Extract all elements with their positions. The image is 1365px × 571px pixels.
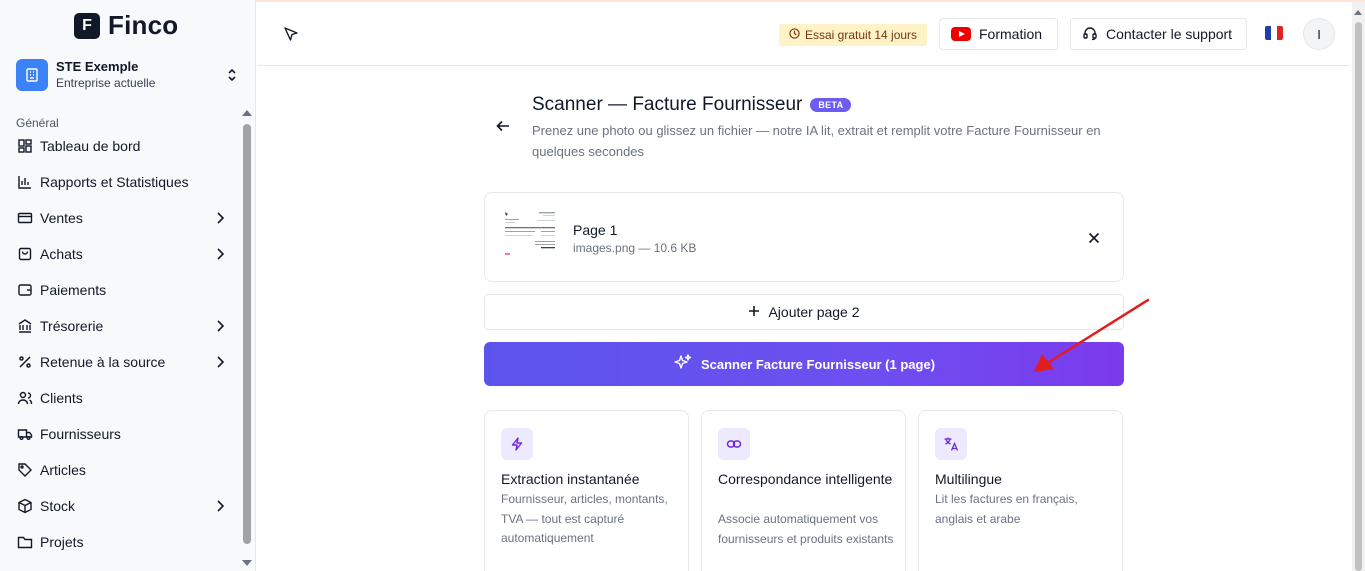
feature-description: Fournisseur, articles, montants, TVA — t… bbox=[501, 492, 668, 545]
chevron-right-icon bbox=[214, 500, 226, 512]
feature-description: Lit les factures en français, anglais et… bbox=[935, 492, 1078, 526]
page-title: Scanner — Facture Fournisseur bbox=[532, 94, 803, 115]
feature-title: Correspondance intelligente bbox=[718, 471, 893, 487]
scrollbar-thumb[interactable] bbox=[1355, 22, 1362, 571]
feature-card-extraction: Extraction instantanée Fournisseur, arti… bbox=[484, 410, 689, 571]
truck-icon bbox=[16, 425, 34, 443]
company-subtitle: Entreprise actuelle bbox=[56, 76, 156, 90]
scan-invoice-label: Scanner Facture Fournisseur (1 page) bbox=[700, 356, 936, 372]
box-icon bbox=[16, 497, 34, 515]
sidebar-item-label: Paiements bbox=[40, 282, 107, 298]
main-scrollbar[interactable] bbox=[1352, 2, 1365, 571]
percent-icon bbox=[16, 353, 34, 371]
sidebar-item-stock[interactable]: Stock bbox=[16, 488, 226, 524]
sidebar-item-fournisseurs[interactable]: Fournisseurs bbox=[16, 416, 226, 452]
youtube-icon bbox=[951, 27, 971, 41]
sidebar-item-label: Projets bbox=[40, 534, 84, 550]
sidebar-nav: Tableau de bord Rapports et Statistiques… bbox=[16, 128, 226, 560]
credit-card-icon bbox=[16, 209, 34, 227]
lightning-icon bbox=[501, 428, 533, 460]
sidebar-item-label: Trésorerie bbox=[40, 318, 104, 334]
company-switcher[interactable]: STE Exemple Entreprise actuelle bbox=[16, 58, 240, 92]
beta-badge: BETA bbox=[810, 98, 852, 112]
sidebar-item-label: Ventes bbox=[40, 210, 83, 226]
sidebar-item-tresorerie[interactable]: Trésorerie bbox=[16, 308, 226, 344]
users-icon bbox=[16, 389, 34, 407]
sidebar-item-label: Fournisseurs bbox=[40, 426, 121, 442]
chevron-right-icon bbox=[214, 248, 226, 260]
feature-card-multilingue: Multilingue Lit les factures en français… bbox=[918, 410, 1123, 571]
sidebar: F Finco STE Exemple Entreprise actuelle … bbox=[0, 0, 256, 571]
trial-badge-label: Essai gratuit 14 jours bbox=[805, 28, 918, 42]
scroll-up-arrow-icon[interactable] bbox=[242, 110, 252, 116]
file-meta: images.png — 10.6 KB bbox=[573, 241, 697, 255]
page-subtitle: Prenez une photo ou glissez un fichier —… bbox=[532, 123, 1101, 159]
formation-label: Formation bbox=[979, 26, 1043, 42]
bank-icon bbox=[16, 317, 34, 335]
top-header: Essai gratuit 14 jours Formation Contact… bbox=[257, 2, 1350, 66]
building-icon bbox=[16, 59, 48, 91]
sidebar-item-ventes[interactable]: Ventes bbox=[16, 200, 226, 236]
link-icon bbox=[718, 428, 750, 460]
feature-card-correspondance: Correspondance intelligente Associe auto… bbox=[701, 410, 906, 571]
formation-button[interactable]: Formation bbox=[939, 18, 1058, 50]
annotation-arrow bbox=[1034, 298, 1150, 372]
invoice-thumbnail bbox=[501, 209, 559, 263]
company-name: STE Exemple bbox=[56, 59, 139, 74]
tag-icon bbox=[16, 461, 34, 479]
close-icon[interactable] bbox=[1086, 230, 1102, 246]
back-arrow-icon[interactable] bbox=[494, 117, 512, 135]
shopping-bag-icon bbox=[16, 245, 34, 263]
french-flag-icon[interactable] bbox=[1265, 26, 1283, 40]
dashboard-icon bbox=[16, 137, 34, 155]
app-name: Finco bbox=[108, 10, 179, 40]
trial-badge: Essai gratuit 14 jours bbox=[779, 24, 928, 46]
cursor-pointer-icon[interactable] bbox=[283, 26, 299, 47]
app-logo[interactable]: F Finco bbox=[74, 10, 178, 41]
sidebar-item-label: Achats bbox=[40, 246, 83, 262]
sidebar-item-articles[interactable]: Articles bbox=[16, 452, 226, 488]
uploaded-file-card: Page 1 images.png — 10.6 KB bbox=[484, 192, 1124, 282]
plus-icon bbox=[748, 304, 760, 320]
support-label: Contacter le support bbox=[1106, 26, 1233, 42]
bar-chart-icon bbox=[16, 173, 34, 191]
sparkles-icon bbox=[673, 353, 693, 376]
sidebar-item-rapports[interactable]: Rapports et Statistiques bbox=[16, 164, 226, 200]
chevron-right-icon bbox=[214, 356, 226, 368]
sidebar-item-label: Retenue à la source bbox=[40, 354, 166, 370]
chevron-up-down-icon[interactable] bbox=[224, 65, 240, 85]
feature-description: Associe automatiquement vos fournisseurs… bbox=[718, 512, 894, 546]
sidebar-item-label: Clients bbox=[40, 390, 83, 406]
folder-icon bbox=[16, 533, 34, 551]
chevron-right-icon bbox=[214, 212, 226, 224]
sidebar-item-paiements[interactable]: Paiements bbox=[16, 272, 226, 308]
add-page-label: Ajouter page 2 bbox=[768, 304, 860, 320]
sidebar-item-projets[interactable]: Projets bbox=[16, 524, 226, 560]
file-page-label: Page 1 bbox=[573, 222, 618, 238]
sidebar-item-clients[interactable]: Clients bbox=[16, 380, 226, 416]
logo-mark: F bbox=[74, 12, 100, 39]
chevron-right-icon bbox=[214, 320, 226, 332]
translate-icon bbox=[935, 428, 967, 460]
feature-title: Multilingue bbox=[935, 471, 1002, 487]
clock-icon bbox=[789, 28, 800, 42]
sidebar-item-label: Rapports et Statistiques bbox=[40, 174, 189, 190]
contact-support-button[interactable]: Contacter le support bbox=[1070, 18, 1247, 50]
scroll-down-arrow-icon[interactable] bbox=[242, 560, 252, 566]
page-title-row: Scanner — Facture Fournisseur BETA bbox=[532, 94, 852, 116]
headset-icon bbox=[1082, 25, 1098, 44]
wallet-icon bbox=[16, 281, 34, 299]
scroll-up-arrow-icon[interactable] bbox=[1354, 10, 1362, 15]
scrollbar-thumb[interactable] bbox=[243, 124, 251, 544]
feature-title: Extraction instantanée bbox=[501, 471, 640, 487]
sidebar-item-achats[interactable]: Achats bbox=[16, 236, 226, 272]
user-avatar[interactable]: I bbox=[1303, 18, 1335, 50]
sidebar-scrollbar[interactable] bbox=[240, 104, 254, 571]
sidebar-item-retenue[interactable]: Retenue à la source bbox=[16, 344, 226, 380]
sidebar-item-label: Stock bbox=[40, 498, 76, 514]
sidebar-item-tableau-de-bord[interactable]: Tableau de bord bbox=[16, 128, 226, 164]
sidebar-item-label: Articles bbox=[40, 462, 86, 478]
sidebar-item-label: Tableau de bord bbox=[40, 138, 141, 154]
